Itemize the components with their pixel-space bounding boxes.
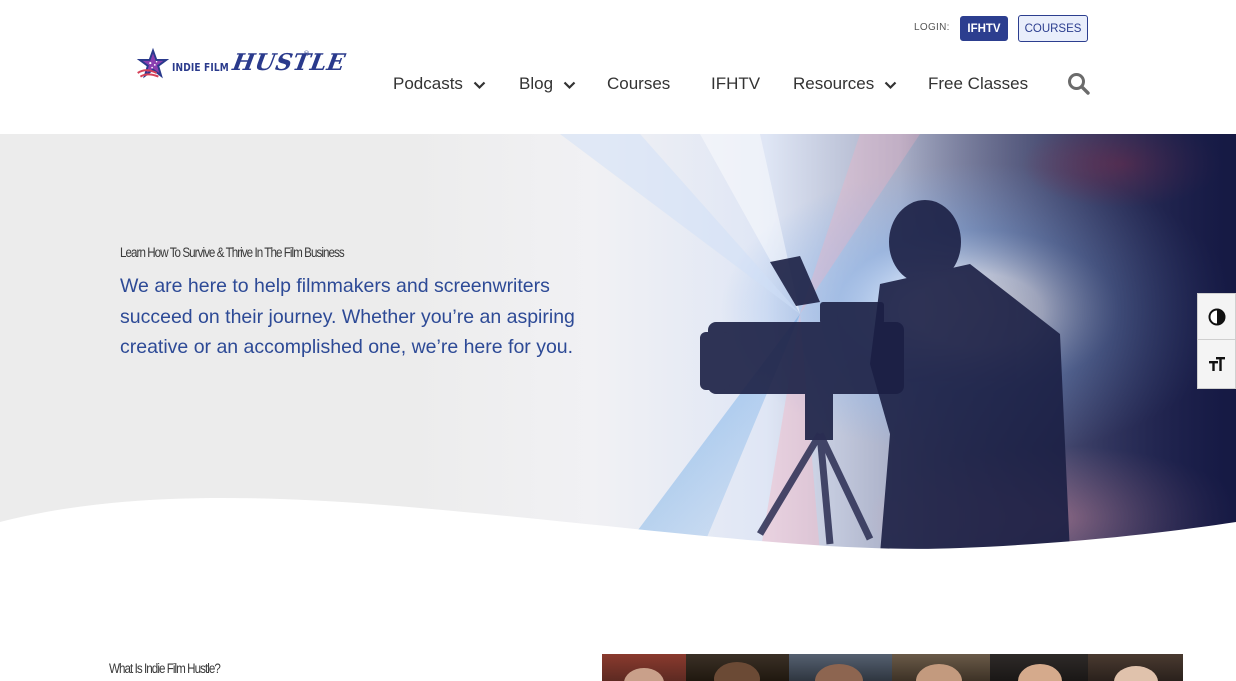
nav-item-label: Resources [793,74,875,93]
nav-item-blog[interactable]: Blog [519,70,576,98]
hero-section: Learn How To Survive & Thrive In The Fil… [0,134,1236,554]
nav-item-free-classes[interactable]: Free Classes [928,70,1028,98]
portrait-tile [990,654,1088,681]
nav-item-label: IFHTV [711,74,761,93]
site-logo[interactable]: INDIE FILM HUSTLE ® [135,46,348,82]
text-size-toggle-button[interactable] [1197,340,1236,389]
guest-portraits-image [602,654,1183,681]
portrait-tile [892,654,990,681]
nav-item-label: Free Classes [928,74,1029,93]
accessibility-toolbar [1197,293,1236,389]
hero-description: We are here to help filmmakers and scree… [120,275,575,358]
site-header: INDIE FILM HUSTLE ® LOGIN: IFHTV COURSES… [0,0,1236,134]
login-label: LOGIN: [914,22,950,33]
logo-wordmark-script: HUSTLE [230,49,348,76]
contrast-toggle-button[interactable] [1197,293,1236,340]
star-logo-icon [136,47,170,79]
nav-item-resources[interactable]: Resources [793,70,897,98]
portrait-tile [602,654,686,681]
nav-item-ifhtv[interactable]: IFHTV [711,70,760,98]
portrait-tile [686,654,789,681]
nav-item-courses[interactable]: Courses [607,70,670,98]
courses-login-button[interactable]: COURSES [1018,15,1088,42]
search-icon[interactable] [1067,72,1090,95]
logo-wordmark-small: INDIE FILM [172,60,229,74]
chevron-down-icon [563,81,576,89]
nav-item-label: Podcasts [393,74,463,93]
about-eyebrow: What Is Indie Film Hustle? [109,661,221,676]
portrait-tile [1088,654,1183,681]
chevron-down-icon [884,81,897,89]
ifhtv-login-button[interactable]: IFHTV [960,16,1008,41]
hero-eyebrow: Learn How To Survive & Thrive In The Fil… [120,245,345,260]
nav-item-label: Blog [519,74,554,93]
nav-item-label: Courses [607,74,671,93]
contrast-icon [1208,308,1225,325]
portrait-tile [789,654,892,681]
chevron-down-icon [473,81,486,89]
text-size-icon [1208,357,1225,371]
nav-item-podcasts[interactable]: Podcasts [393,70,486,98]
registered-mark: ® [303,50,310,58]
